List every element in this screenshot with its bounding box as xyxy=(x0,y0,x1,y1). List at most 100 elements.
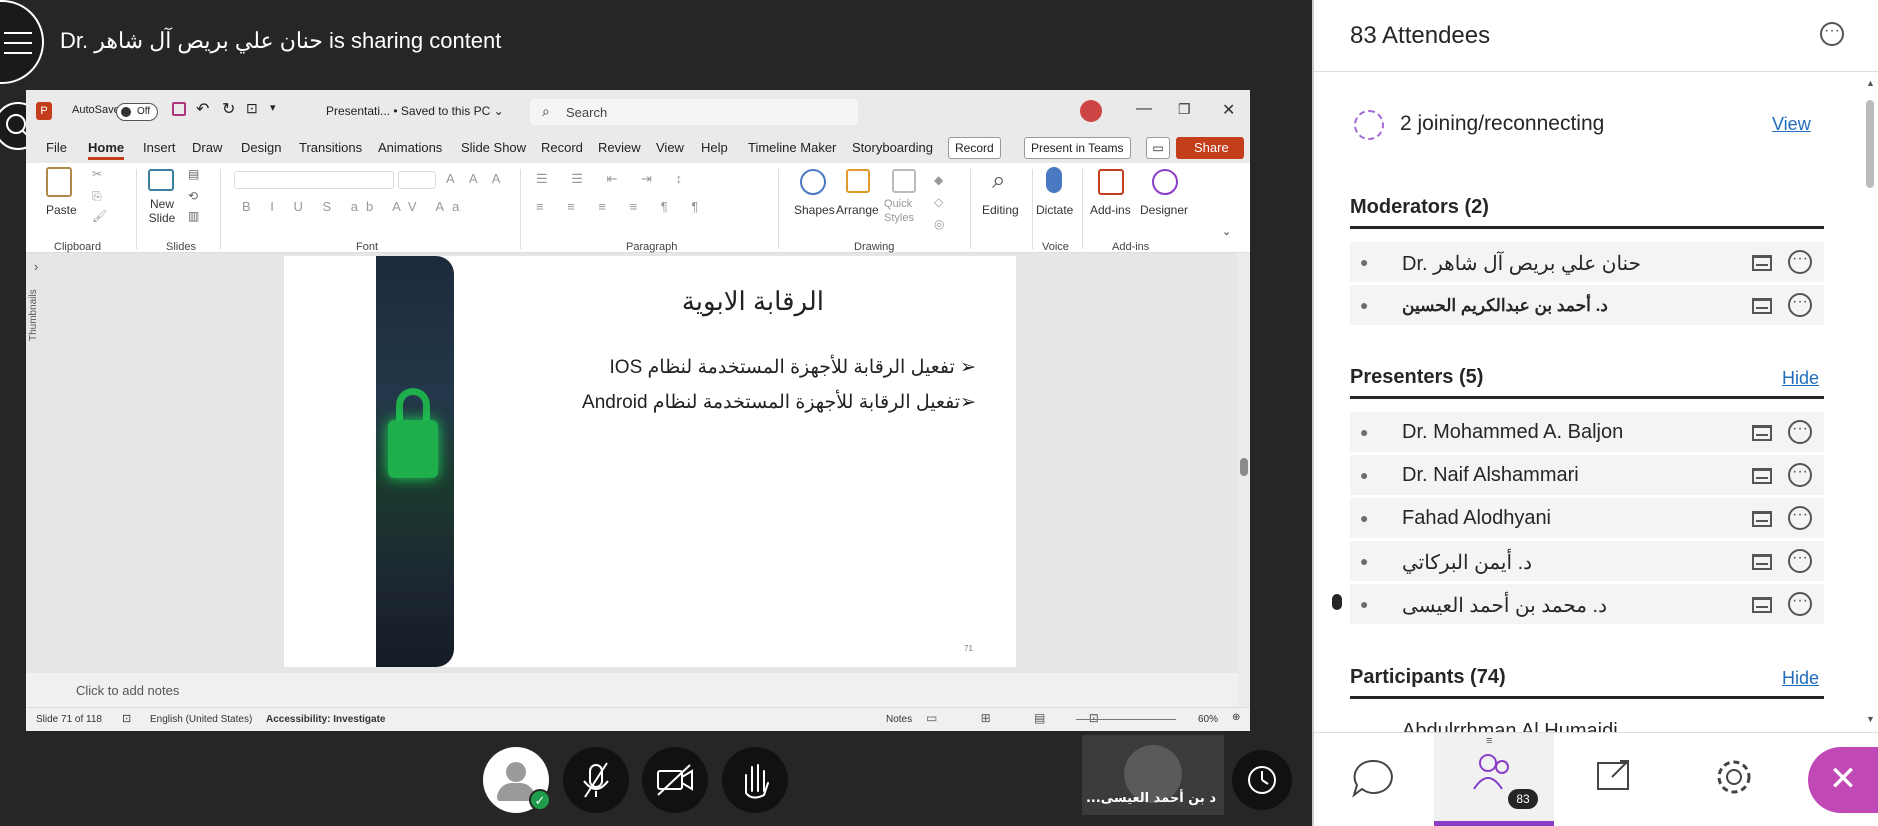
attendee-row[interactable]: ● د. أيمن البركاتي xyxy=(1350,541,1824,581)
self-video-tile[interactable]: د بن أحمد العيسى... xyxy=(1082,735,1224,815)
share-button[interactable]: Share xyxy=(1176,137,1244,159)
tab-review[interactable]: Review xyxy=(598,140,641,155)
dictate-button[interactable]: Dictate xyxy=(1036,203,1073,217)
layout-icon[interactable]: ▤ xyxy=(188,167,199,181)
mute-toggle-button[interactable] xyxy=(563,747,629,813)
tab-design[interactable]: Design xyxy=(241,140,281,155)
editing-button[interactable]: Editing xyxy=(982,203,1019,217)
quick-styles-icon[interactable] xyxy=(892,169,916,193)
notes-toggle[interactable]: Notes xyxy=(886,714,912,725)
comments-icon[interactable]: ▭ xyxy=(1146,137,1170,159)
attendee-more-icon[interactable] xyxy=(1788,250,1812,274)
view-joining-link[interactable]: View xyxy=(1772,114,1811,135)
new-slide-icon[interactable] xyxy=(148,169,174,191)
attendee-more-icon[interactable] xyxy=(1788,420,1812,444)
fill-outline-icons[interactable]: ◆ ◇ ◎ xyxy=(934,169,950,235)
record-button[interactable]: Record xyxy=(948,137,1001,159)
tab-view[interactable]: View xyxy=(656,140,684,155)
close-window-icon[interactable]: ✕ xyxy=(1222,100,1235,120)
paste-button[interactable]: Paste xyxy=(46,203,77,217)
my-status-button[interactable]: ✓ xyxy=(483,747,551,813)
panel-more-options-icon[interactable] xyxy=(1820,22,1844,46)
close-panel-button[interactable]: ✕ xyxy=(1808,747,1878,813)
arrange-button[interactable]: Arrange xyxy=(836,203,879,217)
tab-animations[interactable]: Animations xyxy=(378,140,442,155)
tab-help[interactable]: Help xyxy=(701,140,728,155)
paragraph-list-icons[interactable]: ☰ ☰ ⇤ ⇥ ↕ xyxy=(536,171,692,187)
scroll-thumb[interactable] xyxy=(1240,458,1248,476)
attendee-row[interactable]: ● Dr. حنان علي بريص آل شاهر xyxy=(1350,242,1824,282)
designer-button[interactable]: Designer xyxy=(1140,203,1188,217)
menu-button[interactable] xyxy=(0,0,44,84)
customize-qat-icon[interactable]: ▾ xyxy=(270,101,276,114)
tab-home[interactable]: Home xyxy=(88,140,125,160)
captions-icon[interactable] xyxy=(1752,298,1772,314)
redo-icon[interactable]: ↻ xyxy=(222,99,235,119)
captions-icon[interactable] xyxy=(1752,468,1772,484)
attendee-more-icon[interactable] xyxy=(1788,506,1812,530)
shapes-button[interactable]: Shapes xyxy=(794,203,835,217)
expand-thumbnails-icon[interactable]: › xyxy=(34,259,38,274)
zoom-slider[interactable] xyxy=(1076,719,1176,720)
zoom-level[interactable]: 60% xyxy=(1198,714,1218,725)
account-avatar[interactable] xyxy=(1080,100,1102,122)
hide-participants-link[interactable]: Hide xyxy=(1782,668,1819,689)
collapse-ribbon-icon[interactable]: ⌄ xyxy=(1222,225,1231,238)
document-title[interactable]: Presentati... • Saved to this PC ⌄ xyxy=(326,104,504,118)
notes-pane[interactable]: Click to add notes xyxy=(26,673,1238,707)
tab-insert[interactable]: Insert xyxy=(143,140,176,155)
captions-icon[interactable] xyxy=(1752,425,1772,441)
new-slide-button[interactable]: New Slide xyxy=(142,197,182,225)
fit-slide-icon[interactable]: ⊕ xyxy=(1232,712,1240,723)
arrange-icon[interactable] xyxy=(846,169,870,193)
tab-timeline-maker[interactable]: Timeline Maker xyxy=(748,140,836,155)
present-icon[interactable]: ⊡ xyxy=(246,100,258,117)
undo-icon[interactable]: ↶ xyxy=(196,99,209,119)
ppt-search-box[interactable]: ⌕ Search xyxy=(530,99,858,125)
editing-icon[interactable]: ⌕ xyxy=(992,167,1005,195)
section-icon[interactable]: ▥ xyxy=(188,209,199,223)
camera-toggle-button[interactable] xyxy=(642,747,708,813)
present-in-teams-button[interactable]: Present in Teams xyxy=(1024,137,1131,159)
save-icon[interactable] xyxy=(172,102,186,116)
font-grow-icons[interactable]: A A A xyxy=(446,171,506,186)
slide-scrollbar[interactable] xyxy=(1238,253,1250,707)
attendee-more-icon[interactable] xyxy=(1788,463,1812,487)
attendee-row[interactable]: Abdulrrhman Al Humaidi xyxy=(1350,712,1824,732)
panel-scrollbar[interactable]: ▲ ▼ xyxy=(1862,72,1878,732)
tab-settings[interactable] xyxy=(1674,733,1794,826)
timer-button[interactable] xyxy=(1232,750,1292,810)
attendee-more-icon[interactable] xyxy=(1788,549,1812,573)
tab-people[interactable]: ≡ 83 xyxy=(1434,733,1554,826)
thumbnails-pane[interactable]: › Thumbnails xyxy=(26,253,56,707)
cut-icon[interactable]: ✂ xyxy=(92,167,102,181)
paragraph-align-icons[interactable]: ≡ ≡ ≡ ≡ ¶ ¶ xyxy=(536,199,708,214)
attendee-row[interactable]: ● Dr. Naif Alshammari xyxy=(1350,455,1824,495)
tab-chat[interactable] xyxy=(1314,733,1434,826)
designer-icon[interactable] xyxy=(1152,169,1178,195)
tab-share-content[interactable] xyxy=(1554,733,1674,826)
raise-hand-button[interactable] xyxy=(722,747,788,813)
addins-button[interactable]: Add-ins xyxy=(1090,203,1131,217)
hide-presenters-link[interactable]: Hide xyxy=(1782,368,1819,389)
autosave-toggle[interactable]: Off xyxy=(116,103,158,121)
font-size-box[interactable] xyxy=(398,171,436,189)
paste-icon[interactable] xyxy=(46,167,72,197)
dictate-mic-icon[interactable] xyxy=(1046,167,1062,193)
scroll-up-icon[interactable]: ▲ xyxy=(1866,78,1875,88)
attendee-row[interactable]: ● د. أحمد بن عبدالكريم الحسين xyxy=(1350,285,1824,325)
font-format-icons[interactable]: B I U S ab AV Aa xyxy=(242,199,467,214)
font-name-box[interactable] xyxy=(234,171,394,189)
reset-icon[interactable]: ⟲ xyxy=(188,189,198,203)
accessibility-status[interactable]: Accessibility: Investigate xyxy=(266,714,386,725)
attendee-row[interactable]: ● Fahad Alodhyani xyxy=(1350,498,1824,538)
attendee-row[interactable]: ● د. محمد بن أحمد العيسى xyxy=(1350,584,1824,624)
tab-record[interactable]: Record xyxy=(541,140,583,155)
tab-file[interactable]: File xyxy=(46,140,67,155)
shapes-icon[interactable] xyxy=(800,169,826,195)
captions-icon[interactable] xyxy=(1752,597,1772,613)
language-status[interactable]: English (United States) xyxy=(150,714,252,725)
current-slide[interactable]: الرقابة الابوية ➢ تفعيل الرقابة للأجهزة … xyxy=(284,256,1016,667)
attendee-more-icon[interactable] xyxy=(1788,293,1812,317)
attendee-more-icon[interactable] xyxy=(1788,592,1812,616)
